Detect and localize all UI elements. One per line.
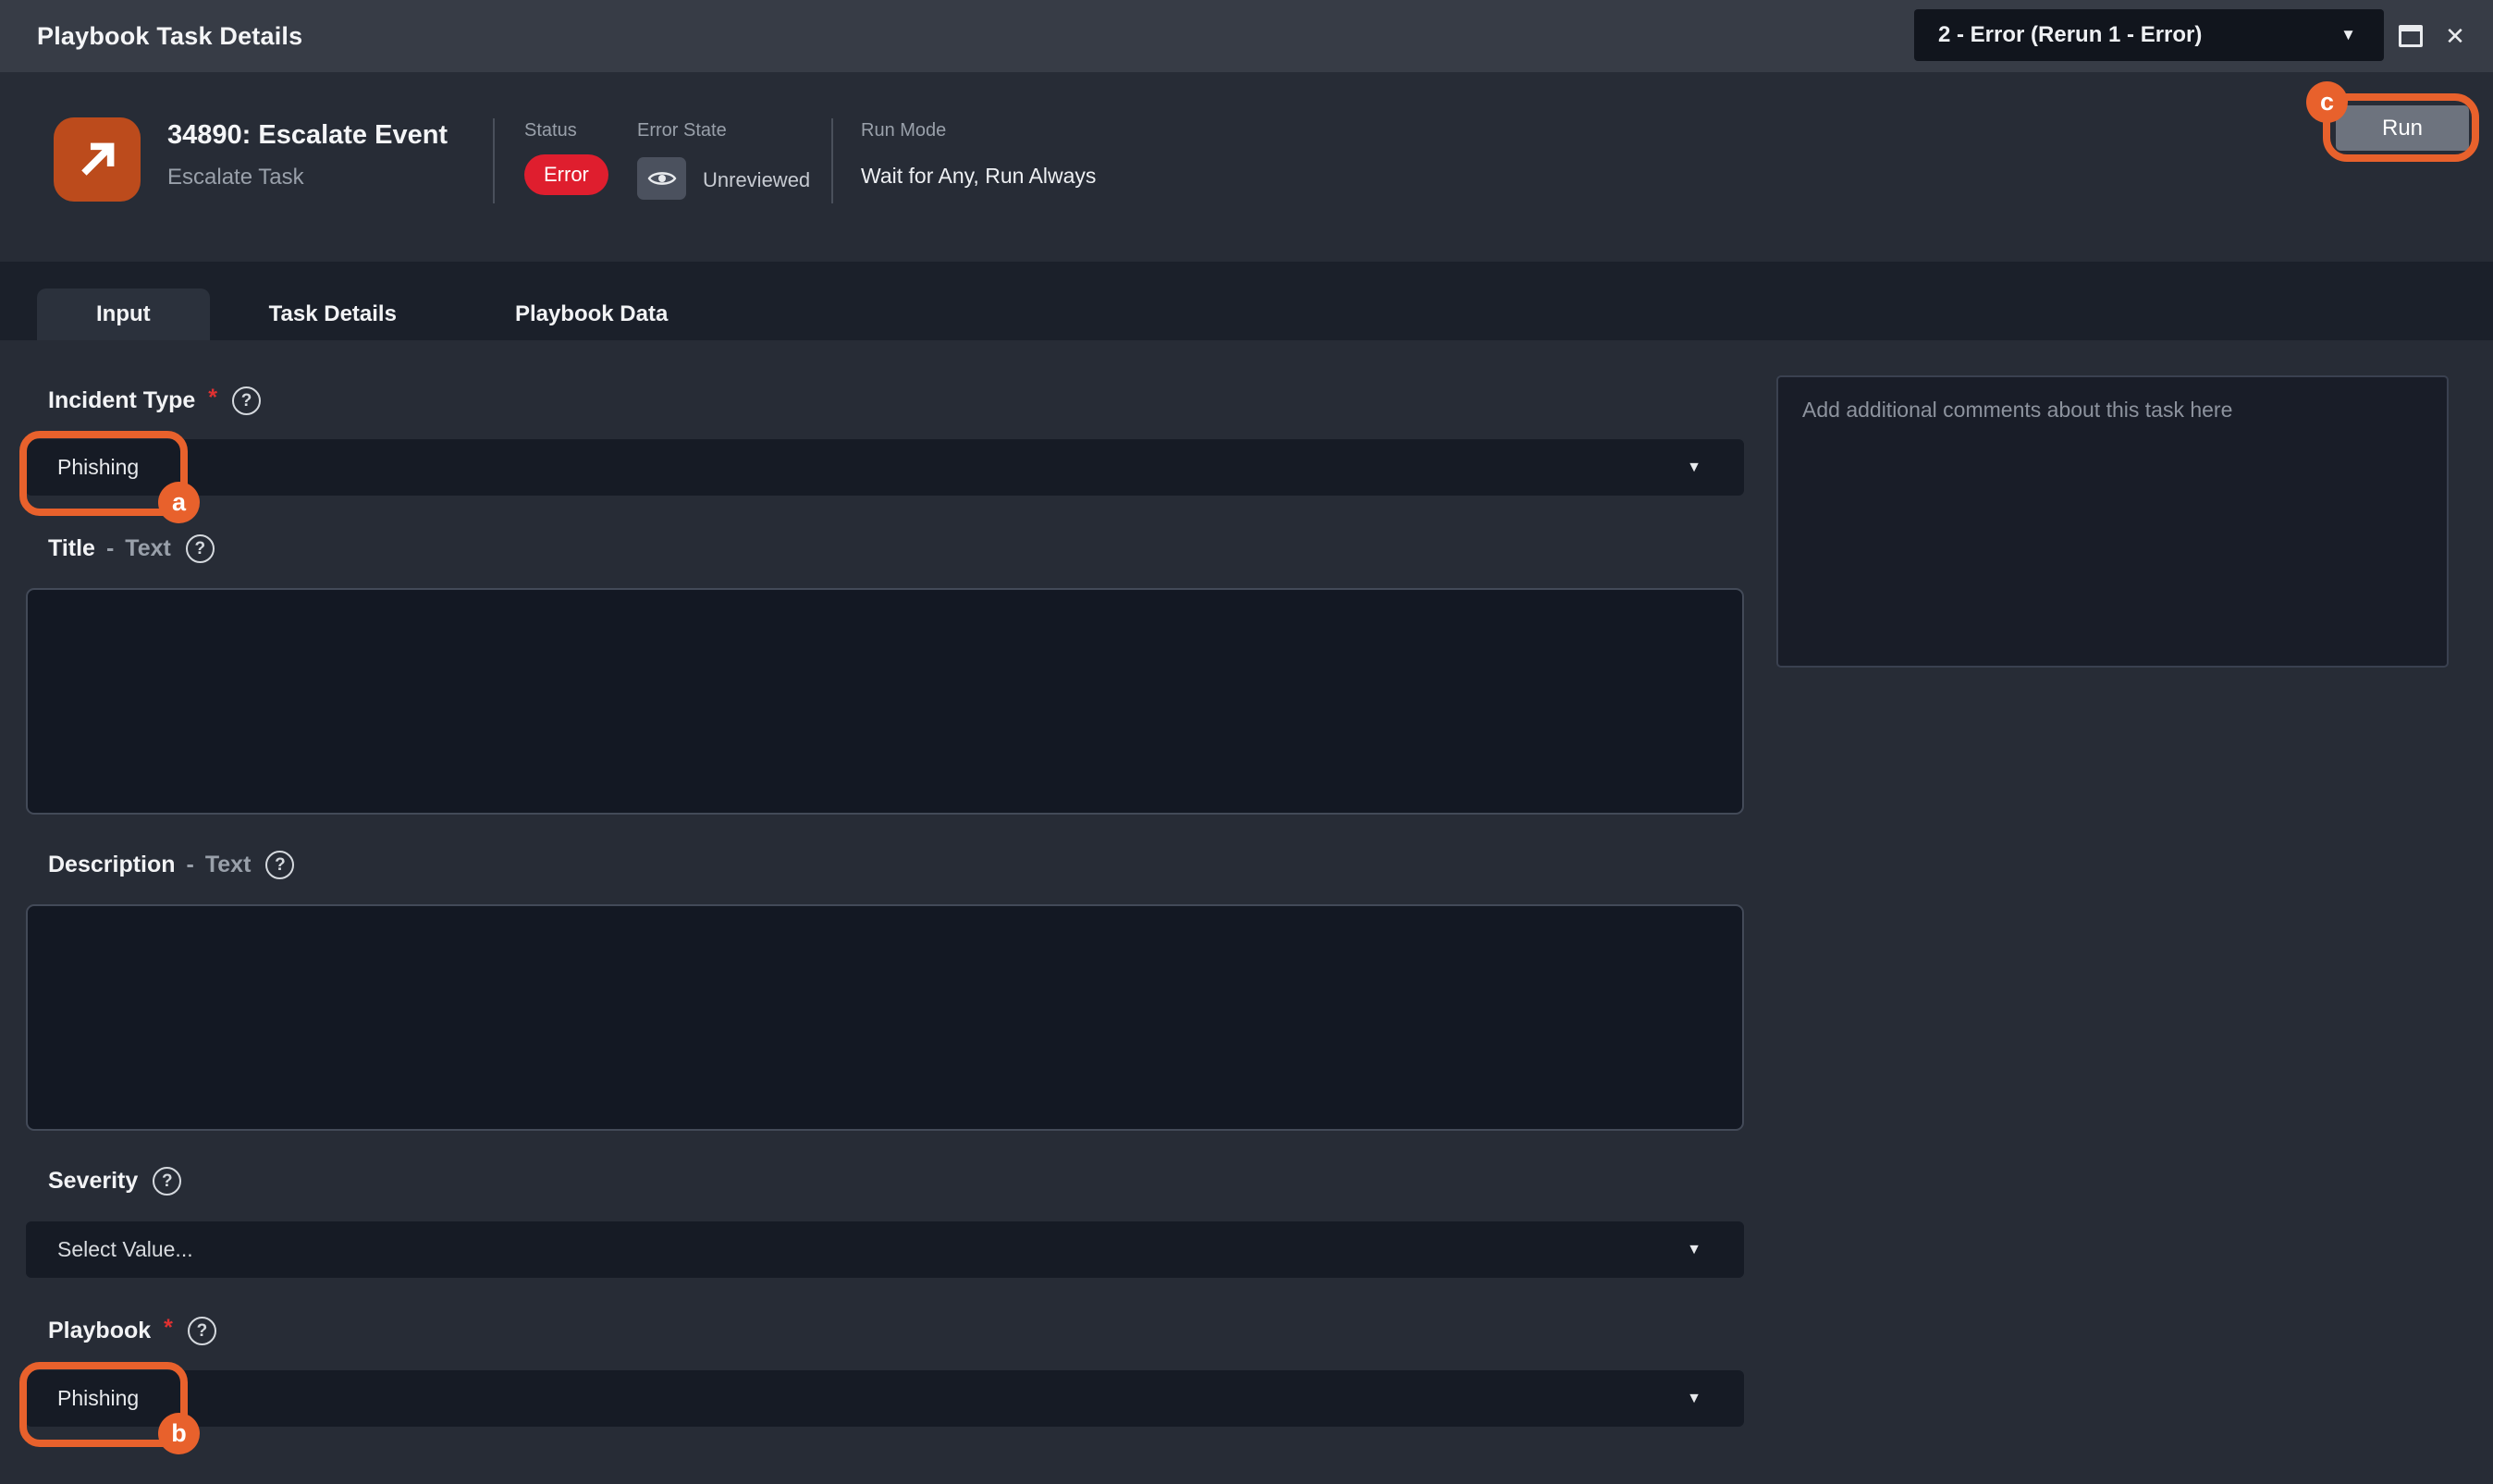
run-mode-value: Wait for Any, Run Always — [861, 164, 1096, 189]
incident-type-select[interactable]: Phishing ▼ — [26, 439, 1744, 496]
playbook-value: Phishing — [57, 1386, 139, 1411]
run-history-select[interactable]: 2 - Error (Rerun 1 - Error) ▼ — [1914, 9, 2384, 61]
playbook-task-details-dialog: Playbook Task Details 2 - Error (Rerun 1… — [0, 0, 2493, 1484]
chevron-down-icon: ▼ — [2340, 26, 2356, 44]
title-input[interactable] — [26, 588, 1744, 815]
run-button[interactable]: Run — [2336, 105, 2469, 151]
help-icon[interactable]: ? — [186, 534, 215, 563]
field-type: Text — [205, 852, 252, 878]
task-title: 34890: Escalate Event — [167, 120, 448, 151]
review-toggle-button[interactable] — [637, 157, 686, 200]
status-label: Status — [524, 120, 577, 141]
playbook-label: Playbook* ? — [48, 1317, 216, 1345]
help-icon[interactable]: ? — [232, 386, 261, 415]
error-state-value: Unreviewed — [703, 168, 810, 192]
close-button[interactable]: ✕ — [2435, 0, 2475, 72]
error-state-label: Error State — [637, 120, 727, 141]
tab-playbook-data[interactable]: Playbook Data — [456, 288, 727, 340]
chevron-down-icon: ▼ — [1687, 1391, 1701, 1407]
tab-input[interactable]: Input — [37, 288, 210, 340]
chevron-down-icon: ▼ — [1687, 1242, 1701, 1258]
header-divider — [831, 118, 833, 203]
field-type: Text — [125, 535, 171, 562]
task-comment-input[interactable] — [1776, 375, 2449, 668]
severity-value: Select Value... — [57, 1237, 193, 1262]
run-history-selected-value: 2 - Error (Rerun 1 - Error) — [1938, 22, 2202, 48]
description-label: Description - Text ? — [48, 851, 294, 879]
close-icon: ✕ — [2445, 24, 2465, 48]
escalate-task-icon — [54, 117, 141, 202]
severity-select[interactable]: Select Value... ▼ — [26, 1221, 1744, 1278]
status-badge: Error — [524, 154, 608, 195]
tab-task-details[interactable]: Task Details — [210, 288, 456, 340]
header-divider — [493, 118, 495, 203]
eye-icon — [647, 167, 677, 190]
chevron-down-icon: ▼ — [1687, 460, 1701, 476]
task-subtitle: Escalate Task — [167, 165, 304, 190]
severity-label: Severity ? — [48, 1167, 181, 1196]
dialog-title: Playbook Task Details — [37, 0, 302, 72]
required-marker: * — [208, 385, 217, 411]
maximize-button[interactable] — [2390, 0, 2431, 72]
escalate-arrow-icon — [73, 136, 121, 184]
description-input[interactable] — [26, 904, 1744, 1131]
tab-strip: Input Task Details Playbook Data — [0, 262, 2493, 340]
help-icon[interactable]: ? — [188, 1317, 216, 1345]
help-icon[interactable]: ? — [153, 1167, 181, 1196]
maximize-icon — [2399, 25, 2423, 47]
run-mode-label: Run Mode — [861, 120, 946, 141]
help-icon[interactable]: ? — [265, 851, 294, 879]
title-label: Title - Text ? — [48, 534, 215, 563]
playbook-select[interactable]: Phishing ▼ — [26, 1370, 1744, 1427]
title-bar: Playbook Task Details 2 - Error (Rerun 1… — [0, 0, 2493, 72]
incident-type-value: Phishing — [57, 455, 139, 480]
required-marker: * — [164, 1315, 173, 1342]
incident-type-label: Incident Type* ? — [48, 386, 261, 415]
